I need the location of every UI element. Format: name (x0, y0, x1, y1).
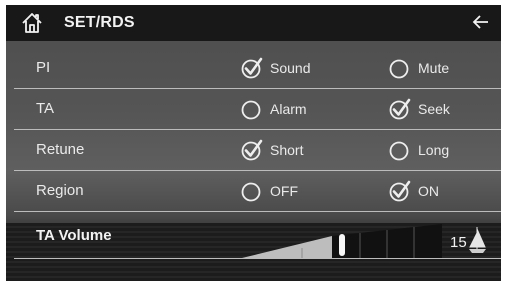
rds-settings-screen: SET/RDS PI Sound Mute TA Alarm Seek Retu… (6, 5, 501, 281)
setting-row-region: Region OFF ON (14, 171, 501, 212)
title-bar: SET/RDS (6, 5, 501, 41)
setting-label-ta: TA (36, 100, 55, 117)
ta-volume-row: TA Volume 15 (14, 222, 501, 259)
setting-row-ta: TA Alarm Seek (14, 89, 501, 130)
option-label: Alarm (270, 101, 307, 117)
option-mute[interactable]: Mute (388, 56, 449, 80)
option-sound[interactable]: Sound (240, 56, 310, 80)
option-off[interactable]: OFF (240, 179, 298, 203)
radio-empty-icon (241, 100, 261, 120)
page-title: SET/RDS (64, 14, 135, 31)
option-short[interactable]: Short (240, 138, 303, 162)
option-label: Seek (418, 101, 450, 117)
ta-volume-value: 15 (450, 234, 467, 251)
volume-slider-knob[interactable] (339, 234, 345, 256)
setting-label-region: Region (36, 182, 84, 199)
setting-row-retune: Retune Short Long (14, 130, 501, 171)
radio-empty-icon (389, 141, 409, 161)
option-label: OFF (270, 183, 298, 199)
option-label: Short (270, 142, 304, 158)
option-label: ON (418, 183, 439, 199)
check-selected-icon (241, 57, 263, 79)
volume-wedge-left (242, 236, 332, 258)
back-arrow-icon[interactable] (471, 12, 491, 32)
ta-volume-label: TA Volume (36, 227, 112, 244)
option-on[interactable]: ON (388, 179, 439, 203)
option-alarm[interactable]: Alarm (240, 97, 307, 121)
radio-empty-icon (241, 182, 261, 202)
setting-label-pi: PI (36, 59, 51, 76)
check-selected-icon (241, 139, 263, 161)
option-label: Sound (270, 60, 311, 76)
option-label: Mute (418, 60, 450, 76)
check-selected-icon (389, 98, 411, 120)
option-label: Long (418, 142, 450, 158)
setting-label-retune: Retune (36, 141, 85, 158)
home-icon[interactable] (20, 11, 44, 35)
radio-empty-icon (389, 59, 409, 79)
option-long[interactable]: Long (388, 138, 449, 162)
check-selected-icon (389, 180, 411, 202)
option-seek[interactable]: Seek (388, 97, 450, 121)
setting-row-pi: PI Sound Mute (14, 48, 501, 89)
sailboat-icon (469, 227, 486, 253)
